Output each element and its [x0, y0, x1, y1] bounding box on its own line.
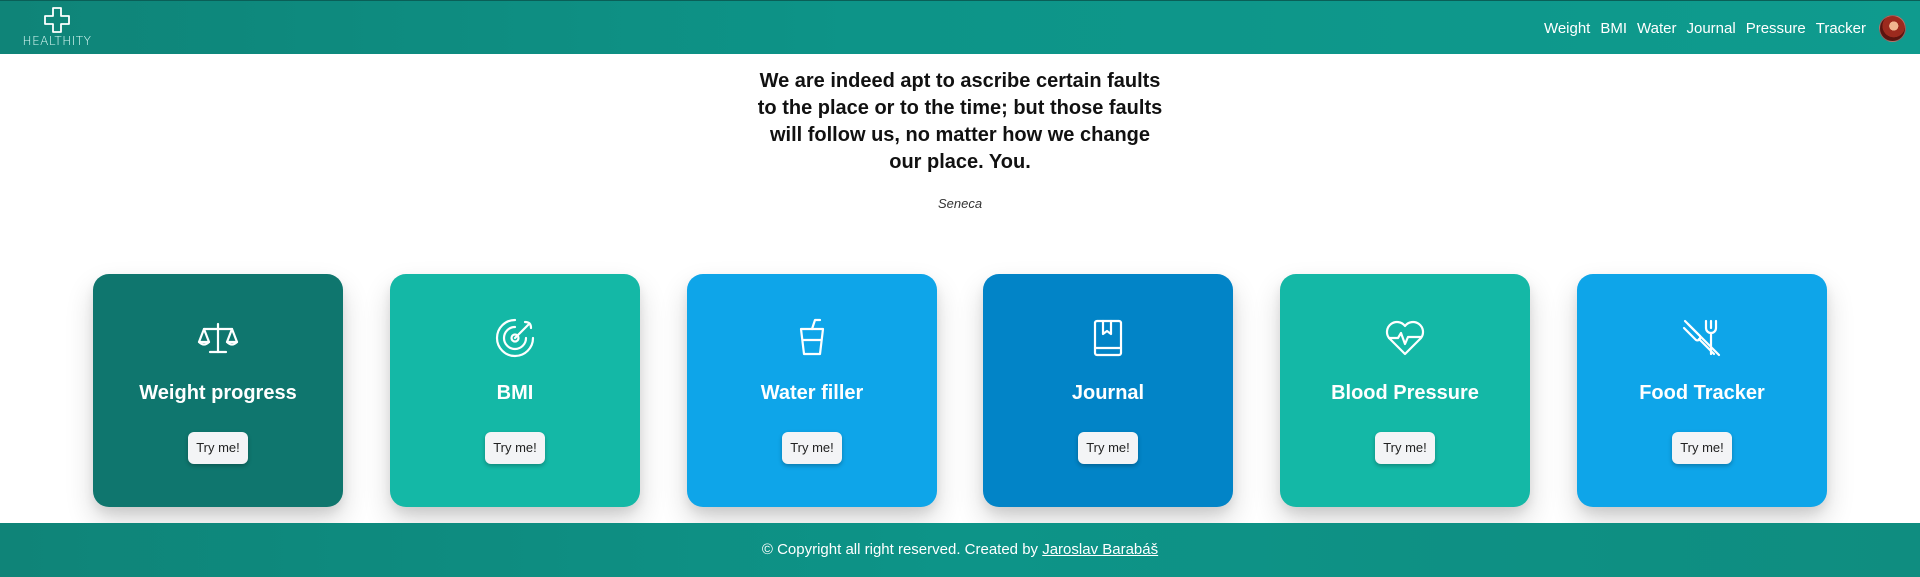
try-me-button[interactable]: Try me! [485, 432, 545, 464]
navbar: HEALTHITY Weight BMI Water Journal Press… [0, 0, 1920, 54]
card-title: Food Tracker [1639, 382, 1765, 404]
utensils-off-icon [1682, 319, 1721, 357]
nav-link-weight[interactable]: Weight [1544, 20, 1590, 37]
card-bmi[interactable]: BMI Try me! [390, 274, 640, 507]
cup-icon [799, 318, 825, 356]
card-blood-pressure[interactable]: Blood Pressure Try me! [1280, 274, 1530, 507]
card-title: Water filler [760, 382, 864, 404]
logo-text: HEALTHITY [22, 34, 92, 48]
card-title: Weight progress [139, 382, 297, 404]
scale-icon [197, 322, 239, 354]
try-me-button[interactable]: Try me! [782, 432, 842, 464]
quote-text: We are indeed apt to ascribe certain fau… [757, 70, 1163, 173]
feature-cards: Weight progress Try me! BMI Try me! Wate… [0, 274, 1920, 508]
quote-author: Seneca [937, 196, 983, 211]
nav-link-pressure[interactable]: Pressure [1746, 20, 1806, 37]
nav-link-bmi[interactable]: BMI [1600, 20, 1627, 37]
footer-author-link[interactable]: Jaroslav Barabáš [1042, 541, 1158, 558]
logo[interactable]: HEALTHITY [14, 7, 100, 51]
footer: © Copyright all right reserved. Created … [0, 523, 1920, 577]
avatar[interactable] [1879, 15, 1906, 42]
card-water-filler[interactable]: Water filler Try me! [687, 274, 937, 507]
nav-link-journal[interactable]: Journal [1686, 20, 1735, 37]
try-me-button[interactable]: Try me! [188, 432, 248, 464]
card-weight-progress[interactable]: Weight progress Try me! [93, 274, 343, 507]
card-title: Blood Pressure [1331, 382, 1479, 404]
book-icon [1093, 319, 1123, 357]
plus-cross-icon [44, 7, 70, 33]
card-journal[interactable]: Journal Try me! [983, 274, 1233, 507]
card-food-tracker[interactable]: Food Tracker Try me! [1577, 274, 1827, 507]
heart-pulse-icon [1385, 320, 1425, 356]
card-title: BMI [496, 382, 534, 404]
nav-link-tracker[interactable]: Tracker [1816, 20, 1866, 37]
quote-block: We are indeed apt to ascribe certain fau… [660, 68, 1260, 211]
card-title: Journal [1071, 382, 1145, 404]
footer-copyright: © Copyright all right reserved. Created … [761, 541, 1039, 558]
main-nav: Weight BMI Water Journal Pressure Tracke… [1544, 1, 1866, 55]
radar-icon [495, 318, 535, 358]
try-me-button[interactable]: Try me! [1078, 432, 1138, 464]
try-me-button[interactable]: Try me! [1375, 432, 1435, 464]
try-me-button[interactable]: Try me! [1672, 432, 1732, 464]
nav-link-water[interactable]: Water [1637, 20, 1676, 37]
